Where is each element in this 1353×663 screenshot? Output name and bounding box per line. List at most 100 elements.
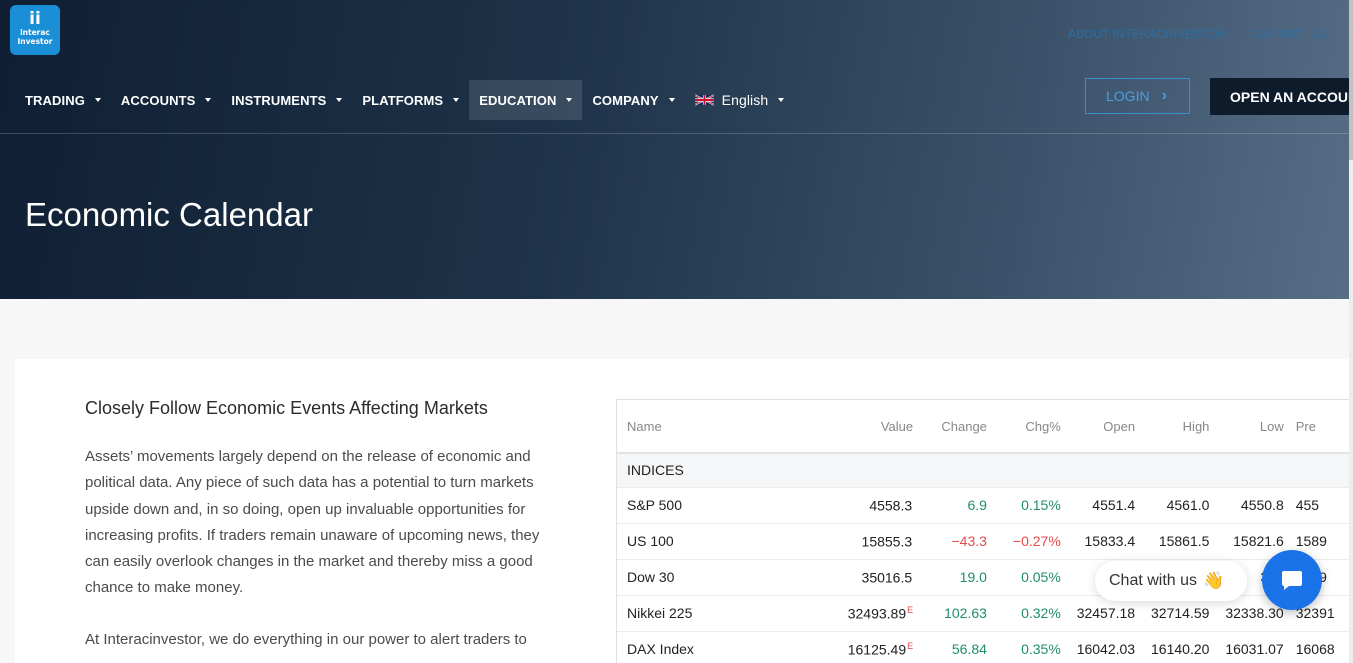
cell-value: 35016.5 bbox=[833, 559, 914, 596]
cell-change: −43.3 bbox=[913, 523, 987, 560]
table-row[interactable]: S&P 500 4558.3 6.9 0.15% 4551.4 4561.0 4… bbox=[617, 487, 1353, 524]
cell-high: 16140.20 bbox=[1135, 631, 1210, 663]
login-button[interactable]: LOGIN › bbox=[1085, 78, 1190, 114]
language-label: English bbox=[721, 92, 769, 108]
second-paragraph: At Interacinvestor, we do everything in … bbox=[85, 631, 527, 648]
value-text: 35016.5 bbox=[861, 569, 913, 586]
main-menu: TRADING ACCOUNTS INSTRUMENTS PLATFORMS E… bbox=[15, 80, 794, 120]
caret-down-icon bbox=[336, 98, 343, 102]
nav-divider bbox=[0, 133, 1353, 134]
cell-value: 32493.89E bbox=[833, 595, 914, 632]
menu-item-trading[interactable]: TRADING bbox=[15, 80, 111, 120]
column-header-value[interactable]: Value bbox=[833, 400, 914, 454]
cell-name: S&P 500 bbox=[617, 487, 834, 524]
menu-item-accounts[interactable]: ACCOUNTS bbox=[111, 80, 221, 120]
menu-label: EDUCATION bbox=[479, 92, 557, 108]
hero-banner bbox=[0, 0, 1353, 299]
cell-name: Nikkei 225 bbox=[617, 595, 834, 632]
column-header-change[interactable]: Change bbox=[913, 400, 987, 454]
intro-paragraph: Assets’ movements largely depend on the … bbox=[85, 448, 540, 597]
uk-flag-icon bbox=[694, 94, 714, 106]
top-link-about[interactable]: ABOUT INTERACINVESTOR bbox=[1068, 27, 1226, 41]
logo-text-line2: Investor bbox=[17, 37, 53, 46]
cell-chg-pct: 0.15% bbox=[986, 487, 1061, 524]
waving-hand-icon: 👋 bbox=[1203, 571, 1225, 590]
caret-down-icon bbox=[453, 98, 460, 102]
caret-down-icon bbox=[778, 98, 785, 102]
cell-name: DAX Index bbox=[617, 631, 834, 663]
open-account-button[interactable]: OPEN AN ACCOUNT bbox=[1210, 78, 1353, 115]
cell-value: 15855.3 bbox=[833, 523, 914, 560]
table-row[interactable]: DAX Index 16125.49E 56.84 0.35% 16042.03… bbox=[617, 631, 1353, 663]
column-header-chg-pct[interactable]: Chg% bbox=[986, 400, 1061, 454]
cell-prev: 16068 bbox=[1283, 631, 1353, 663]
cell-chg-pct: −0.27% bbox=[986, 523, 1061, 560]
menu-label: TRADING bbox=[25, 92, 85, 108]
caret-down-icon bbox=[205, 98, 212, 102]
menu-label: COMPANY bbox=[592, 92, 659, 108]
cell-chg-pct: 0.32% bbox=[986, 595, 1061, 632]
cell-change: 56.84 bbox=[913, 631, 987, 663]
cell-change: 19.0 bbox=[913, 559, 987, 596]
group-label: INDICES bbox=[617, 453, 1353, 488]
cell-chg-pct: 0.35% bbox=[986, 631, 1061, 663]
table-group-row: INDICES bbox=[617, 453, 1353, 488]
menu-label: ACCOUNTS bbox=[120, 92, 196, 108]
cell-name: Dow 30 bbox=[617, 559, 834, 596]
logo-text-line1: interac bbox=[20, 28, 50, 37]
caret-down-icon bbox=[668, 98, 675, 102]
chat-bubble-icon bbox=[1282, 571, 1302, 590]
value-text: 4558.3 bbox=[869, 497, 913, 514]
scrollbar-thumb[interactable] bbox=[1349, 0, 1353, 160]
cell-prev: 455 bbox=[1283, 487, 1353, 524]
top-link-contact[interactable]: CONTACT US bbox=[1250, 27, 1327, 41]
cell-name: US 100 bbox=[617, 523, 834, 560]
site-logo[interactable]: ii interac Investor bbox=[10, 5, 60, 55]
chat-invite-bubble[interactable]: Chat with us 👋 bbox=[1095, 561, 1247, 601]
menu-item-company[interactable]: COMPANY bbox=[582, 80, 684, 120]
section-heading: Closely Follow Economic Events Affecting… bbox=[85, 398, 488, 418]
cell-change: 102.63 bbox=[913, 595, 987, 632]
chat-label: Chat with us bbox=[1109, 572, 1198, 589]
value-flag: E bbox=[907, 604, 914, 615]
menu-item-instruments[interactable]: INSTRUMENTS bbox=[221, 80, 352, 120]
chevron-right-icon: › bbox=[1161, 87, 1167, 104]
cell-low: 4550.8 bbox=[1209, 487, 1284, 524]
cell-chg-pct: 0.05% bbox=[986, 559, 1061, 596]
menu-item-education[interactable]: EDUCATION bbox=[469, 80, 583, 120]
caret-down-icon bbox=[566, 98, 573, 102]
table-row[interactable]: US 100 15855.3 −43.3 −0.27% 15833.4 1586… bbox=[617, 523, 1353, 560]
chat-launcher-button[interactable] bbox=[1262, 550, 1322, 610]
login-label: LOGIN bbox=[1106, 88, 1150, 104]
table-header-row: Name Value Change Chg% Open High Low Pre bbox=[617, 400, 1353, 454]
menu-label: PLATFORMS bbox=[362, 92, 444, 108]
column-header-low[interactable]: Low bbox=[1209, 400, 1284, 454]
cell-low: 16031.07 bbox=[1209, 631, 1284, 663]
cell-change: 6.9 bbox=[913, 487, 987, 524]
value-flag: E bbox=[907, 640, 914, 651]
column-header-prev[interactable]: Pre bbox=[1283, 400, 1353, 454]
cell-high: 4561.0 bbox=[1135, 487, 1210, 524]
market-quotes-table: Name Value Change Chg% Open High Low Pre… bbox=[616, 399, 1353, 663]
caret-down-icon bbox=[94, 98, 101, 102]
cell-high: 15861.5 bbox=[1135, 523, 1210, 560]
table-row[interactable]: Nikkei 225 32493.89E 102.63 0.32% 32457.… bbox=[617, 595, 1353, 632]
cell-open: 15833.4 bbox=[1060, 523, 1136, 560]
column-header-name[interactable]: Name bbox=[617, 400, 834, 454]
cell-open: 16042.03 bbox=[1060, 631, 1136, 663]
page-title: Economic Calendar bbox=[25, 196, 313, 233]
menu-item-platforms[interactable]: PLATFORMS bbox=[352, 80, 469, 120]
value-text: 16125.49 bbox=[847, 641, 907, 658]
cell-value: 4558.3 bbox=[833, 487, 914, 524]
column-header-high[interactable]: High bbox=[1135, 400, 1210, 454]
cell-open: 4551.4 bbox=[1060, 487, 1136, 524]
cell-low: 15821.6 bbox=[1209, 523, 1284, 560]
cell-value: 16125.49E bbox=[833, 631, 914, 663]
menu-label: INSTRUMENTS bbox=[231, 92, 327, 108]
column-header-open[interactable]: Open bbox=[1060, 400, 1136, 454]
language-selector[interactable]: English bbox=[685, 80, 795, 120]
page-scrollbar[interactable] bbox=[1349, 0, 1353, 663]
value-text: 15855.3 bbox=[861, 533, 913, 550]
value-text: 32493.89 bbox=[847, 605, 907, 622]
open-account-label: OPEN AN ACCOUNT bbox=[1230, 88, 1353, 105]
